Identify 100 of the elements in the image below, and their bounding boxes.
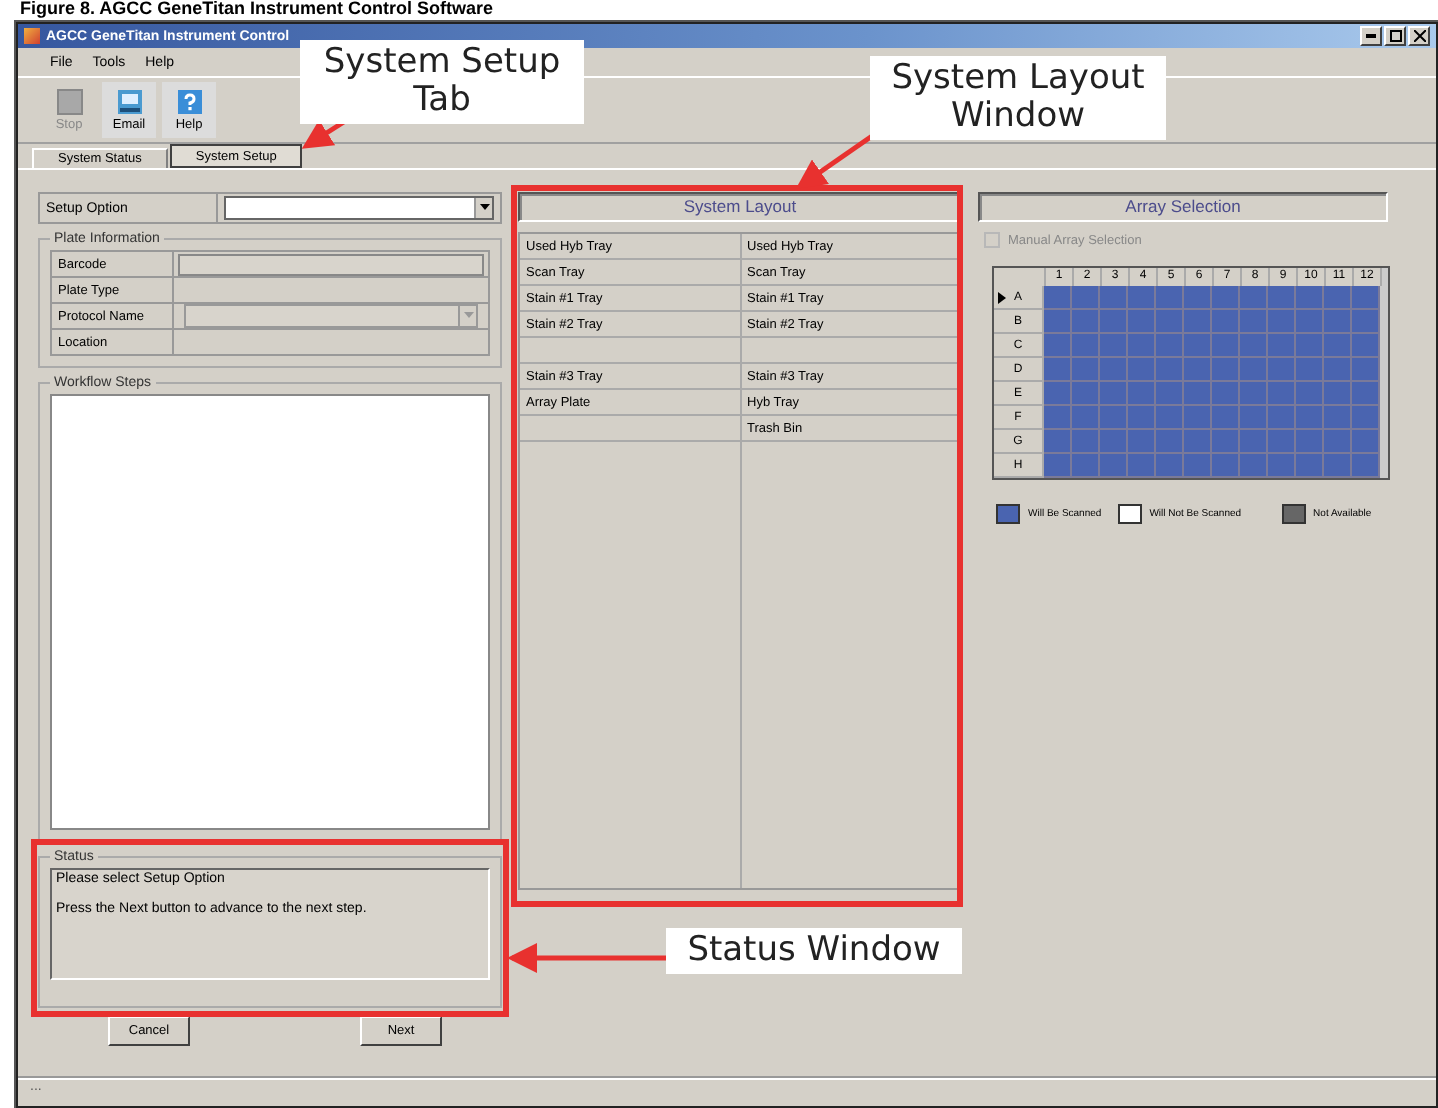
array-cell[interactable] xyxy=(1100,430,1128,454)
array-cell[interactable] xyxy=(1324,358,1352,382)
array-cell[interactable] xyxy=(1128,382,1156,406)
array-cell[interactable] xyxy=(1352,430,1380,454)
array-cell[interactable] xyxy=(1296,334,1324,358)
array-cell[interactable] xyxy=(1296,430,1324,454)
array-cell[interactable] xyxy=(1044,406,1072,430)
array-cell[interactable] xyxy=(1100,382,1128,406)
array-cell[interactable] xyxy=(1072,310,1100,334)
array-cell[interactable] xyxy=(1044,310,1072,334)
setup-option-dropdown[interactable] xyxy=(224,196,494,220)
array-cell[interactable] xyxy=(1072,334,1100,358)
array-cell[interactable] xyxy=(1184,334,1212,358)
array-cell[interactable] xyxy=(1212,454,1240,478)
array-cell[interactable] xyxy=(1240,382,1268,406)
array-cell[interactable] xyxy=(1324,334,1352,358)
array-cell[interactable] xyxy=(1352,382,1380,406)
array-cell[interactable] xyxy=(1072,454,1100,478)
array-cell[interactable] xyxy=(1268,382,1296,406)
array-cell[interactable] xyxy=(1240,334,1268,358)
array-cell[interactable] xyxy=(1352,286,1380,310)
array-cell[interactable] xyxy=(1212,382,1240,406)
array-cell[interactable] xyxy=(1212,286,1240,310)
array-cell[interactable] xyxy=(1072,430,1100,454)
array-cell[interactable] xyxy=(1240,430,1268,454)
array-cell[interactable] xyxy=(1128,334,1156,358)
array-cell[interactable] xyxy=(1156,430,1184,454)
array-cell[interactable] xyxy=(1212,334,1240,358)
array-cell[interactable] xyxy=(1044,358,1072,382)
minimize-button[interactable] xyxy=(1360,26,1382,46)
array-cell[interactable] xyxy=(1324,454,1352,478)
array-cell[interactable] xyxy=(1044,334,1072,358)
array-cell[interactable] xyxy=(1100,286,1128,310)
array-cell[interactable] xyxy=(1044,286,1072,310)
array-cell[interactable] xyxy=(1268,310,1296,334)
close-button[interactable] xyxy=(1408,26,1430,46)
array-cell[interactable] xyxy=(1100,310,1128,334)
array-cell[interactable] xyxy=(1184,406,1212,430)
array-cell[interactable] xyxy=(1128,358,1156,382)
array-cell[interactable] xyxy=(1100,406,1128,430)
array-cell[interactable] xyxy=(1184,358,1212,382)
array-cell[interactable] xyxy=(1100,454,1128,478)
array-cell[interactable] xyxy=(1128,430,1156,454)
array-cell[interactable] xyxy=(1044,382,1072,406)
array-cell[interactable] xyxy=(1240,358,1268,382)
array-cell[interactable] xyxy=(1156,334,1184,358)
array-cell[interactable] xyxy=(1240,310,1268,334)
array-cell[interactable] xyxy=(1156,382,1184,406)
array-cell[interactable] xyxy=(1324,406,1352,430)
array-cell[interactable] xyxy=(1352,406,1380,430)
array-cell[interactable] xyxy=(1240,286,1268,310)
array-cell[interactable] xyxy=(1324,286,1352,310)
array-cell[interactable] xyxy=(1324,310,1352,334)
array-cell[interactable] xyxy=(1128,454,1156,478)
array-cell[interactable] xyxy=(1156,286,1184,310)
array-cell[interactable] xyxy=(1268,430,1296,454)
array-cell[interactable] xyxy=(1296,358,1324,382)
array-cell[interactable] xyxy=(1156,358,1184,382)
maximize-button[interactable] xyxy=(1384,26,1406,46)
array-cell[interactable] xyxy=(1184,310,1212,334)
array-cell[interactable] xyxy=(1044,430,1072,454)
array-cell[interactable] xyxy=(1296,382,1324,406)
array-cell[interactable] xyxy=(1156,406,1184,430)
corner-cell[interactable] xyxy=(994,268,1046,286)
array-cell[interactable] xyxy=(1268,406,1296,430)
array-cell[interactable] xyxy=(1100,358,1128,382)
array-cell[interactable] xyxy=(1296,286,1324,310)
array-cell[interactable] xyxy=(1268,358,1296,382)
array-cell[interactable] xyxy=(1184,454,1212,478)
array-cell[interactable] xyxy=(1072,382,1100,406)
array-cell[interactable] xyxy=(1296,454,1324,478)
array-cell[interactable] xyxy=(1212,430,1240,454)
array-cell[interactable] xyxy=(1324,430,1352,454)
array-cell[interactable] xyxy=(1184,382,1212,406)
array-cell[interactable] xyxy=(1212,406,1240,430)
array-cell[interactable] xyxy=(1184,430,1212,454)
array-cell[interactable] xyxy=(1268,454,1296,478)
array-cell[interactable] xyxy=(1100,334,1128,358)
array-cell[interactable] xyxy=(1128,286,1156,310)
array-cell[interactable] xyxy=(1352,454,1380,478)
array-cell[interactable] xyxy=(1212,310,1240,334)
array-cell[interactable] xyxy=(1352,310,1380,334)
array-cell[interactable] xyxy=(1156,454,1184,478)
array-cell[interactable] xyxy=(1352,334,1380,358)
array-cell[interactable] xyxy=(1072,358,1100,382)
array-cell[interactable] xyxy=(1156,310,1184,334)
array-cell[interactable] xyxy=(1072,406,1100,430)
array-cell[interactable] xyxy=(1072,286,1100,310)
barcode-field[interactable] xyxy=(178,253,484,275)
array-cell[interactable] xyxy=(1324,382,1352,406)
array-cell[interactable] xyxy=(1296,406,1324,430)
array-cell[interactable] xyxy=(1352,358,1380,382)
array-cell[interactable] xyxy=(1044,454,1072,478)
array-cell[interactable] xyxy=(1296,310,1324,334)
array-cell[interactable] xyxy=(1184,286,1212,310)
array-cell[interactable] xyxy=(1240,454,1268,478)
array-cell[interactable] xyxy=(1212,358,1240,382)
array-cell[interactable] xyxy=(1268,286,1296,310)
array-cell[interactable] xyxy=(1240,406,1268,430)
array-cell[interactable] xyxy=(1128,310,1156,334)
